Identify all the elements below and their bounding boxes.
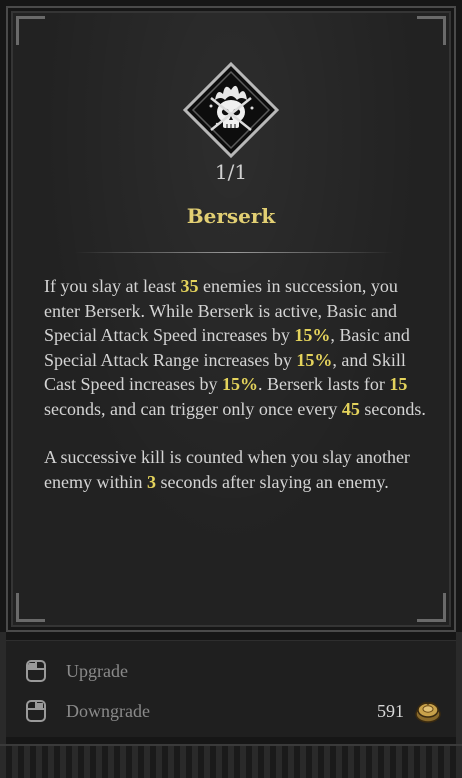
description-paragraph: A successive kill is counted when you sl… <box>44 445 434 494</box>
corner-ornament <box>16 16 45 45</box>
gold-coin-pouch-icon <box>415 702 441 723</box>
skill-name: Berserk <box>186 204 276 228</box>
downgrade-label: Downgrade <box>66 700 150 721</box>
upgrade-label: Upgrade <box>66 660 128 681</box>
skill-level: 1/1 <box>214 160 248 184</box>
action-footer: Upgrade Downgrade 591 <box>6 640 456 737</box>
corner-ornament <box>16 593 45 622</box>
skill-point-cost: 591 <box>377 697 442 725</box>
divider <box>74 252 394 253</box>
skill-tooltip: 1/1 Berserk If you slay at least 35 enem… <box>0 0 462 778</box>
highlight-value: 15% <box>296 349 333 370</box>
skull-flame-icon <box>181 60 281 160</box>
skill-description: If you slay at least 35 enemies in succe… <box>44 274 434 518</box>
highlight-value: 45 <box>341 398 360 419</box>
tooltip-panel: 1/1 Berserk If you slay at least 35 enem… <box>6 6 456 632</box>
highlight-value: 15% <box>221 374 258 394</box>
corner-ornament <box>417 593 446 622</box>
highlight-value: 35 <box>180 276 199 296</box>
cost-value: 591 <box>377 700 404 721</box>
description-text: seconds after slaying an enemy. <box>155 471 389 492</box>
description-text: . Berserk lasts for <box>257 374 390 394</box>
description-text: If you slay at least <box>44 276 181 296</box>
description-paragraph: If you slay at least 35 enemies in succe… <box>44 274 434 421</box>
upgrade-action[interactable]: Upgrade <box>24 657 128 685</box>
description-text: seconds, and can trigger only once every <box>44 398 342 419</box>
mouse-left-click-icon <box>26 660 46 682</box>
corner-ornament <box>417 16 446 45</box>
highlight-value: 3 <box>146 471 156 492</box>
frame-border <box>0 744 462 778</box>
description-text: seconds. <box>359 398 426 419</box>
frame-border <box>456 632 462 744</box>
highlight-value: 15% <box>294 325 331 345</box>
downgrade-action[interactable]: Downgrade <box>24 697 150 725</box>
highlight-value: 15 <box>389 374 408 394</box>
mouse-right-click-icon <box>26 700 46 722</box>
